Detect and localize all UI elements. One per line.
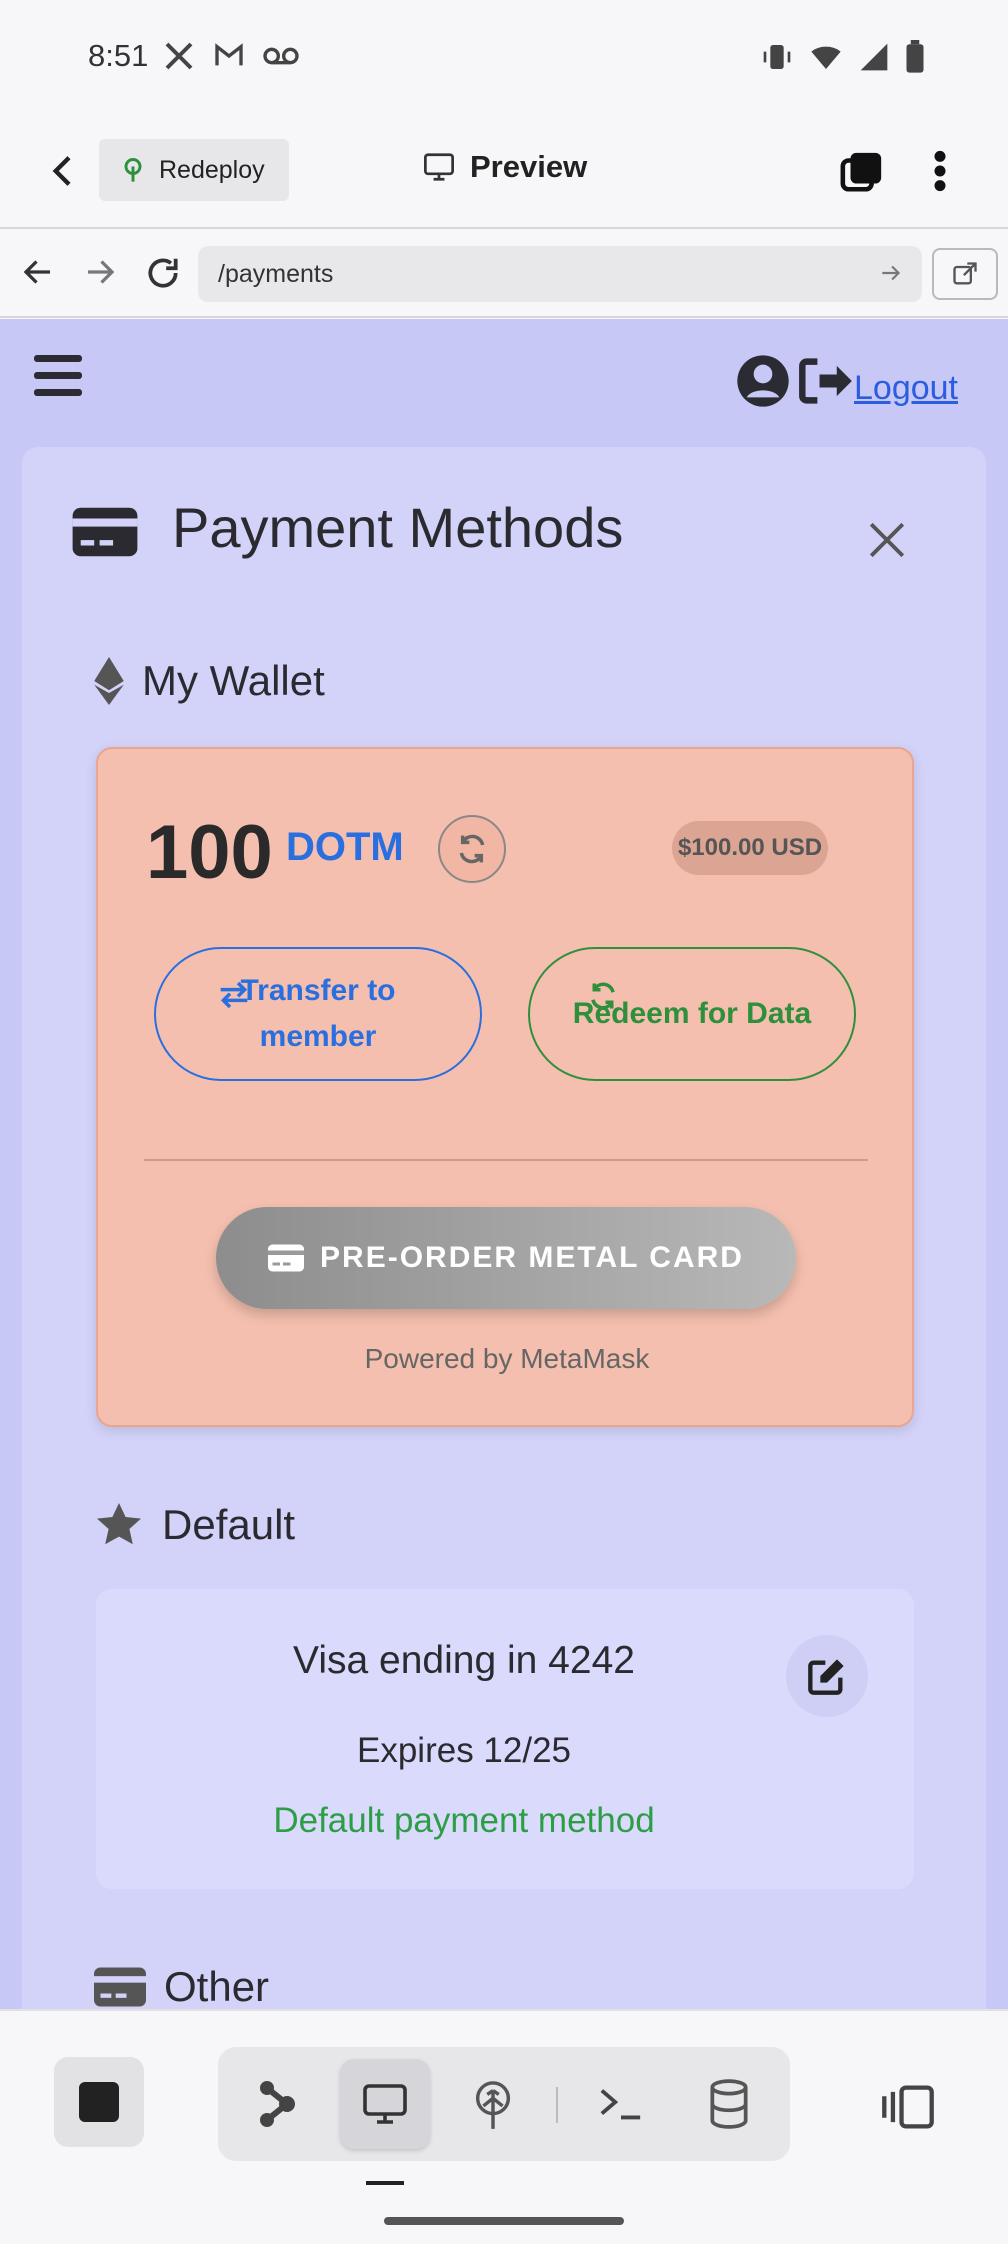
edit-card-button[interactable] [786, 1635, 868, 1717]
app-bar: Redeploy Preview [0, 115, 1008, 229]
shell-tool-button[interactable] [576, 2059, 666, 2149]
token-amount: 100 [146, 810, 273, 895]
default-card-box: Visa ending in 4242 Expires 12/25 Defaul… [96, 1589, 914, 1889]
dock-tool-group [218, 2047, 790, 2161]
edit-icon [808, 1659, 844, 1695]
wallet-divider [144, 1159, 868, 1161]
gmail-icon [215, 43, 243, 66]
go-arrow-icon[interactable] [878, 260, 904, 286]
redeem-sync-icon [591, 982, 615, 1010]
url-field[interactable]: /payments [198, 246, 922, 302]
card-expiry: Expires 12/25 [356, 1731, 572, 1770]
star-icon [97, 1503, 141, 1545]
bottom-dock [0, 2009, 1008, 2244]
redeploy-label: Redeploy [159, 155, 265, 184]
hamburger-menu-icon[interactable] [34, 355, 82, 399]
status-time: 8:51 [88, 38, 149, 73]
reload-icon[interactable] [144, 254, 182, 292]
exchange-arrows-icon [220, 981, 248, 1009]
home-indicator[interactable] [384, 2217, 624, 2225]
voicemail-icon [263, 47, 299, 65]
preview-label: Preview [470, 149, 588, 184]
card-label: Visa ending in 4242 [293, 1639, 635, 1682]
agent-tool-button[interactable] [232, 2059, 322, 2149]
open-external-button[interactable] [932, 248, 998, 300]
preorder-label: PRE-ORDER METAL CARD [320, 1241, 744, 1274]
database-tool-button[interactable] [684, 2059, 774, 2149]
stop-button[interactable] [54, 2057, 144, 2147]
deploy-tree-icon [475, 2081, 511, 2129]
default-status: Default payment method [273, 1801, 655, 1840]
credit-card-icon [72, 507, 138, 557]
redeem-for-data-button[interactable]: Redeem for Data [528, 947, 856, 1081]
preview-monitor-icon [363, 2084, 407, 2124]
back-arrow-icon[interactable] [44, 151, 84, 191]
wallet-heading: My Wallet [94, 657, 325, 705]
logout-link[interactable]: Logout [854, 369, 958, 408]
wifi-icon [811, 46, 841, 69]
preview-title: Preview [422, 149, 587, 185]
signal-icon [860, 43, 888, 71]
token-currency: DOTM [286, 825, 404, 869]
active-tab-indicator [366, 2181, 404, 2185]
redeploy-button[interactable]: Redeploy [99, 139, 289, 201]
wallet-card: 100 DOTM $100.00 USD Transfer to member … [96, 747, 914, 1427]
refresh-balance-button[interactable] [438, 815, 506, 883]
status-bar: 8:51 [0, 0, 1008, 115]
monitor-icon [424, 153, 454, 181]
more-vertical-icon[interactable] [930, 149, 950, 193]
browser-back-icon[interactable] [20, 254, 56, 290]
vibrate-icon [763, 45, 791, 69]
logout-icon[interactable] [798, 357, 854, 405]
sync-icon [459, 834, 485, 864]
default-heading: Default [94, 1501, 295, 1549]
other-heading-label: Other [164, 1963, 270, 2009]
external-link-icon [953, 262, 977, 285]
browser-forward-icon[interactable] [82, 254, 118, 290]
tabs-icon[interactable] [838, 149, 886, 195]
user-circle-icon[interactable] [735, 353, 791, 409]
x-logo-icon [165, 42, 193, 70]
side-panel-icon[interactable] [880, 2085, 936, 2129]
database-icon [710, 2079, 748, 2129]
powered-by-text: Powered by MetaMask [364, 1343, 650, 1374]
deploy-icon [124, 158, 142, 182]
preorder-metal-card-button[interactable]: PRE-ORDER METAL CARD [216, 1207, 796, 1309]
browser-bar: /payments [0, 230, 1008, 318]
ethereum-icon [94, 657, 124, 705]
card-icon [268, 1244, 305, 1272]
preview-tool-button[interactable] [340, 2059, 430, 2149]
deploy-tool-button[interactable] [448, 2059, 538, 2149]
usd-value-badge: $100.00 USD [672, 821, 828, 875]
other-heading: Other [94, 1963, 269, 2009]
dock-separator [556, 2087, 558, 2123]
page-title: Payment Methods [172, 496, 624, 559]
terminal-icon [600, 2089, 641, 2120]
transfer-to-member-button[interactable]: Transfer to member [154, 947, 482, 1081]
battery-icon [906, 40, 924, 73]
other-card-icon [94, 1967, 146, 2007]
stop-icon [79, 2082, 119, 2122]
web-page: Logout Payment Methods My Wallet 100 DOT… [0, 319, 1008, 2009]
agent-nodes-icon [260, 2081, 295, 2127]
default-heading-label: Default [162, 1501, 296, 1548]
close-icon[interactable] [866, 519, 908, 561]
url-text: /payments [218, 259, 334, 288]
wallet-heading-label: My Wallet [142, 657, 325, 704]
